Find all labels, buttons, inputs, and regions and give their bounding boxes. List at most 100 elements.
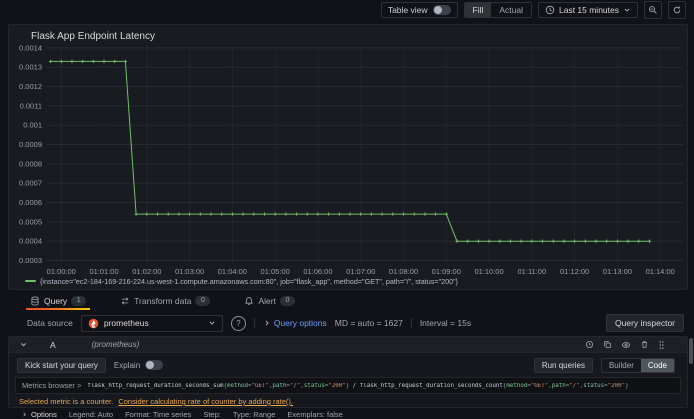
table-view-label: Table view bbox=[387, 5, 428, 15]
magnifier-minus-icon bbox=[649, 6, 657, 14]
svg-text:0.0004: 0.0004 bbox=[19, 237, 42, 246]
actual-button[interactable]: Actual bbox=[491, 3, 531, 17]
table-view-toggle[interactable] bbox=[432, 5, 451, 15]
duplicate-icon[interactable] bbox=[603, 340, 612, 349]
data-source-label: Data source bbox=[27, 318, 73, 328]
max-data-points-summary: MD = auto = 1627 bbox=[334, 318, 403, 328]
svg-text:0.0013: 0.0013 bbox=[19, 63, 42, 72]
chart-gridlines bbox=[47, 45, 683, 263]
series-points bbox=[48, 59, 652, 243]
bell-icon bbox=[245, 297, 254, 305]
chevron-down-icon[interactable] bbox=[19, 340, 28, 349]
query-ref-id: A bbox=[50, 339, 56, 350]
query-inspector-button[interactable]: Query inspector bbox=[606, 314, 684, 332]
svg-text:0.0005: 0.0005 bbox=[19, 217, 42, 226]
divider bbox=[410, 318, 412, 328]
tab-transform-count: 0 bbox=[195, 296, 211, 306]
explain-group: Explain bbox=[113, 360, 164, 370]
tab-transform-data[interactable]: Transform data 0 bbox=[116, 292, 214, 310]
datasource-help-button[interactable]: ? bbox=[230, 315, 246, 331]
caret-down-icon bbox=[624, 8, 630, 12]
panel-title[interactable]: Flask App Endpoint Latency bbox=[31, 31, 155, 42]
promql-editor: Metrics browser > flask_http_request_dur… bbox=[15, 377, 681, 394]
panel-edit-toolbar: Table view Fill Actual Last 15 minutes bbox=[0, 0, 694, 20]
svg-text:0.0003: 0.0003 bbox=[19, 256, 42, 265]
builder-toggle[interactable]: Builder bbox=[602, 359, 641, 372]
trash-icon[interactable] bbox=[640, 340, 649, 349]
options-legend: Legend: Auto bbox=[68, 410, 114, 419]
query-options-toggle[interactable]: Query options bbox=[263, 318, 327, 328]
counter-warning-text: Selected metric is a counter. bbox=[19, 397, 114, 406]
latency-panel: Flask App Endpoint Latency 0.0014 0.0013 0… bbox=[8, 24, 688, 290]
query-datasource-hint: (prometheus) bbox=[91, 340, 140, 349]
transform-icon bbox=[121, 297, 129, 305]
interval-summary: Interval = 15s bbox=[419, 318, 472, 328]
refresh-button[interactable] bbox=[668, 1, 686, 19]
svg-text:0.0007: 0.0007 bbox=[19, 179, 42, 188]
chevron-right-icon bbox=[265, 320, 269, 326]
legend-series-label[interactable]: {instance="ec2-184-169-216-224.us-west-1… bbox=[40, 277, 458, 286]
tab-alert[interactable]: Alert 0 bbox=[240, 292, 298, 310]
clock-icon bbox=[545, 5, 555, 15]
options-toggle[interactable]: Options bbox=[21, 410, 57, 419]
svg-text:0.0008: 0.0008 bbox=[19, 159, 42, 168]
grafana-panel-edit-page: { "icons": { "help": "?" }, "colors": { … bbox=[0, 0, 694, 419]
refresh-icon bbox=[673, 6, 681, 14]
tab-transform-label: Transform data bbox=[134, 296, 192, 306]
data-source-value: prometheus bbox=[103, 318, 149, 328]
time-range-picker[interactable]: Last 15 minutes bbox=[537, 2, 638, 18]
svg-text:0.0014: 0.0014 bbox=[19, 43, 42, 52]
chart-legend: {instance="ec2-184-169-216-224.us-west-1… bbox=[25, 275, 679, 287]
tab-query-count: 1 bbox=[71, 296, 87, 306]
options-format: Format: Time series bbox=[125, 410, 192, 419]
query-toolbar-right: Run queries Builder Code bbox=[533, 357, 675, 373]
code-toggle[interactable]: Code bbox=[640, 358, 674, 372]
explain-toggle[interactable] bbox=[145, 360, 164, 370]
query-options-summary-row: Options Legend: Auto Format: Time series… bbox=[9, 406, 687, 419]
fill-button[interactable]: Fill bbox=[464, 3, 492, 17]
builder-code-group: Builder Code bbox=[600, 357, 675, 373]
explain-label: Explain bbox=[113, 360, 141, 370]
zoom-out-button[interactable] bbox=[644, 1, 662, 19]
eye-icon[interactable] bbox=[621, 340, 631, 350]
data-source-picker[interactable]: prometheus bbox=[80, 314, 223, 332]
caret-down-icon bbox=[209, 321, 215, 325]
counter-warning-link[interactable]: Consider calculating rate of counter by … bbox=[118, 397, 293, 406]
time-range-label: Last 15 minutes bbox=[558, 5, 619, 15]
options-exemplars: Exemplars: false bbox=[287, 410, 343, 419]
promql-expression[interactable]: flask_http_request_duration_seconds_sum{… bbox=[87, 383, 680, 389]
scrollbar-thumb[interactable] bbox=[689, 338, 693, 364]
tab-alert-label: Alert bbox=[258, 296, 276, 306]
svg-text:0.001: 0.001 bbox=[23, 121, 42, 130]
question-mark-icon: ? bbox=[236, 318, 241, 328]
metrics-browser-button[interactable]: Metrics browser > bbox=[16, 380, 87, 391]
legend-series-color bbox=[25, 280, 36, 282]
svg-text:0.0006: 0.0006 bbox=[19, 198, 42, 207]
query-editor-row: A (prometheus) Kick start your query Exp… bbox=[8, 336, 688, 419]
datasource-bar: Data source prometheus ? Query options M… bbox=[0, 314, 694, 332]
counter-warning: Selected metric is a counter. Consider c… bbox=[9, 394, 687, 406]
editor-tabs: Query 1 Transform data 0 Alert 0 bbox=[0, 292, 694, 310]
divider bbox=[253, 318, 255, 328]
svg-text:0.0009: 0.0009 bbox=[19, 140, 42, 149]
query-row-header: A (prometheus) bbox=[9, 337, 687, 353]
drag-handle-icon[interactable] bbox=[658, 340, 665, 350]
database-icon bbox=[31, 296, 39, 306]
prometheus-icon bbox=[88, 318, 99, 328]
run-queries-button[interactable]: Run queries bbox=[533, 357, 593, 373]
tab-query[interactable]: Query 1 bbox=[26, 292, 91, 310]
chevron-right-icon bbox=[23, 412, 26, 417]
options-step: Step: bbox=[203, 410, 221, 419]
options-label: Options bbox=[31, 410, 57, 419]
tab-query-label: Query bbox=[44, 296, 68, 306]
table-view-group: Table view bbox=[380, 2, 458, 18]
options-type: Type: Range bbox=[232, 410, 276, 419]
kick-start-query-button[interactable]: Kick start your query bbox=[17, 357, 106, 373]
svg-text:0.0012: 0.0012 bbox=[19, 82, 42, 91]
query-toolbar: Kick start your query Explain Run querie… bbox=[9, 353, 687, 374]
time-series-chart[interactable]: 0.0014 0.0013 0.0012 0.0011 0.001 0.0009 0.000… bbox=[9, 25, 687, 289]
history-icon[interactable] bbox=[585, 340, 594, 349]
query-row-actions bbox=[585, 340, 665, 350]
tab-alert-count: 0 bbox=[279, 296, 295, 306]
svg-text:0.0011: 0.0011 bbox=[20, 101, 42, 110]
